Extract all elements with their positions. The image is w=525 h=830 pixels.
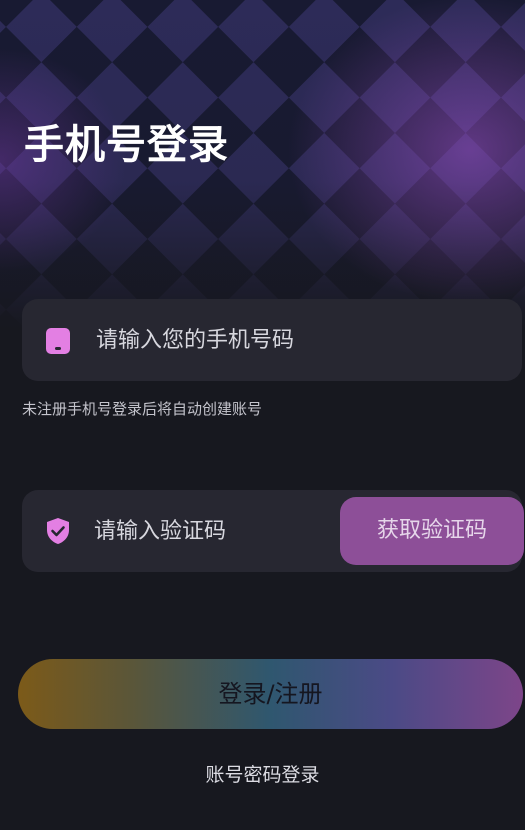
code-input[interactable] bbox=[94, 490, 354, 572]
get-code-button[interactable]: 获取验证码 bbox=[340, 497, 524, 565]
register-hint: 未注册手机号登录后将自动创建账号 bbox=[22, 400, 263, 418]
code-field[interactable]: 获取验证码 bbox=[22, 490, 524, 572]
phone-input[interactable] bbox=[96, 299, 496, 381]
page-title: 手机号登录 bbox=[24, 122, 229, 168]
phone-icon bbox=[46, 328, 70, 354]
login-register-button[interactable]: 登录/注册 bbox=[18, 659, 523, 729]
phone-field[interactable] bbox=[22, 299, 522, 381]
shield-check-icon bbox=[47, 518, 69, 544]
password-login-link[interactable]: 账号密码登录 bbox=[0, 760, 525, 787]
